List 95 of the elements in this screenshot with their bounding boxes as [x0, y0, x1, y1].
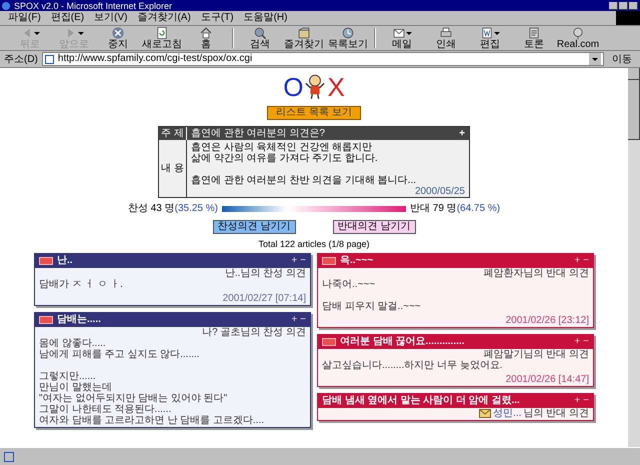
comment-date: 2001/02/26 [23:12] [504, 315, 589, 326]
menu-item[interactable]: 보기(V) [94, 12, 128, 24]
toolbar-button[interactable]: 새로고침 [140, 26, 184, 50]
menu-item[interactable]: 도움말(H) [244, 12, 288, 24]
history-icon [341, 26, 355, 40]
minus-button[interactable]: − [583, 395, 589, 407]
plus-button[interactable]: + [574, 395, 580, 407]
minus-button[interactable]: − [583, 336, 589, 348]
subject-text: 흡연에 관한 여러분의 의견은? [190, 127, 326, 140]
window-title: SPOX v2.0 - Microsoft Internet Explorer [14, 0, 172, 10]
plus-button[interactable]: + [455, 127, 469, 140]
author-link[interactable]: 성민... [493, 408, 522, 419]
author-text: 폐암말기님의 반대 의견 [483, 349, 589, 360]
plus-button[interactable]: + [291, 314, 298, 326]
page-icon [44, 54, 54, 64]
dropdown-icon[interactable] [494, 32, 500, 34]
toolbar-button[interactable]: 편집 [468, 26, 512, 50]
plus-button[interactable]: + [574, 336, 580, 348]
comment-text: 그말이 나한테도 적용된다...... [39, 404, 172, 415]
envelope-icon[interactable] [479, 409, 492, 418]
card-title[interactable]: 윽..~~~ [340, 255, 374, 267]
content-text: 삶에 약간의 여유를 가져다 주기도 합니다. [191, 153, 379, 164]
pro-count: 찬성 43 명(35.25 %) [128, 203, 218, 215]
toolbar-button[interactable]: 검색 [238, 26, 282, 50]
dropdown-icon[interactable] [406, 32, 412, 34]
plus-button[interactable]: + [574, 255, 580, 267]
comment-text: 담배가 ㅈ ㅓ ㅇ ㅏ. [39, 279, 124, 290]
page-icon [4, 452, 14, 462]
plus-button[interactable]: + [291, 255, 298, 267]
edit-icon [480, 26, 494, 40]
stop-icon [111, 26, 125, 40]
minus-button[interactable]: − [583, 255, 589, 267]
scrollbar[interactable] [628, 68, 640, 447]
address-label: 주소(D) [4, 52, 38, 66]
comment-text: 몸에 않좋다..... [39, 338, 107, 349]
print-icon [439, 26, 453, 40]
list-button[interactable]: 리스트 목록 보기 [267, 106, 361, 120]
menu-item[interactable]: 파일(F) [8, 12, 41, 24]
toolbar-button[interactable]: 메일 [380, 26, 424, 50]
toolbar-button[interactable]: 토론 [512, 26, 556, 50]
minimize-icon[interactable] [609, 2, 618, 10]
comment-text: 나죽어..~~~ [322, 279, 376, 290]
subject-label: 주 제 [159, 127, 187, 140]
real-icon [571, 26, 585, 40]
toolbar-button[interactable]: 중지 [96, 26, 140, 50]
card-title[interactable]: 여러분 담배 끊어요.............. [340, 336, 464, 348]
content-text: 흡연은 사람의 육체적인 건강엔 해롭지만 [191, 142, 374, 153]
comment-text: 여자와 담배를 고르라고하면 난 담배를 고르겠다.... [39, 415, 266, 426]
total-text: Total 122 articles (1/8 page) [258, 239, 370, 250]
comment-text: 그렇지만...... [39, 371, 97, 382]
mail-icon [392, 26, 406, 40]
menu-item[interactable]: 도구(T) [200, 12, 234, 24]
menu-item[interactable]: 편집(E) [50, 12, 84, 24]
favorites-icon [297, 26, 311, 40]
discuss-icon [527, 26, 541, 40]
minus-button[interactable]: − [300, 255, 306, 267]
refresh-icon [155, 26, 169, 40]
address-field[interactable]: http://www.spfamily.com/cgi-test/spox/ox.cgi [42, 52, 604, 66]
home-icon [199, 26, 213, 40]
author-text: 난..님의 찬성 의견 [224, 268, 306, 279]
ie-icon [2, 2, 10, 10]
toolbar-button[interactable]: 즐겨찾기 [282, 26, 326, 50]
comment-text: 남에게 피해를 주고 싶지도 않다....... [39, 349, 201, 360]
toolbar-button[interactable]: 홈 [184, 26, 228, 50]
toolbar-button[interactable]: 인쇄 [424, 26, 468, 50]
comment-date: 2001/02/27 [07:14] [222, 293, 306, 304]
con-button[interactable]: 반대의견 남기기 [332, 220, 416, 234]
comment-text: 살고싶습니다........하지만 너무 늦었어요. [322, 360, 504, 371]
maximize-icon[interactable] [619, 2, 628, 10]
author-text: 님의 반대 의견 [523, 408, 589, 419]
card-title[interactable]: 난.. [57, 255, 73, 267]
minus-button[interactable]: − [300, 314, 306, 326]
toolbar-button[interactable]: 목록보기 [326, 26, 370, 50]
author-text: 폐암환자님의 반대 의견 [483, 268, 589, 279]
comment-text: "여자는 없어두되지만 담배는 있어야 된다" [39, 393, 228, 404]
toolbar-button[interactable]: Real.com [556, 26, 600, 50]
menu-item[interactable]: 즐겨찾기(A) [137, 12, 191, 24]
go-button[interactable]: 이동 [608, 52, 636, 66]
author-text: 나? 골초님의 찬성 의견 [202, 327, 306, 338]
topic-date: 2000/05/25 [414, 186, 465, 197]
content-text: 흡연에 관한 여러분의 찬반 의견을 기대해 봅니다... [191, 175, 418, 186]
logo-o: O [283, 74, 304, 100]
close-icon[interactable] [629, 2, 638, 10]
dropdown-icon[interactable] [589, 53, 601, 65]
cartoon-figure-drawing [305, 74, 326, 100]
content-label: 내 용 [159, 140, 187, 197]
logo-x: X [327, 74, 345, 100]
con-count: 반대 79 명(64.75 %) [410, 203, 500, 215]
comment-text: 담배 피우지 말걸..~~~ [322, 301, 422, 312]
search-icon [253, 26, 267, 40]
comment-date: 2001/02/26 [14:47] [504, 374, 589, 385]
card-title[interactable]: 담배는..... [57, 314, 101, 326]
comment-text: 만님이 말했는데 [39, 382, 113, 393]
pro-button[interactable]: 찬성의견 남기기 [212, 220, 296, 234]
card-title[interactable]: 담배 냄새 옆에서 맡는 사람이 더 암에 걸렸... [322, 395, 520, 407]
